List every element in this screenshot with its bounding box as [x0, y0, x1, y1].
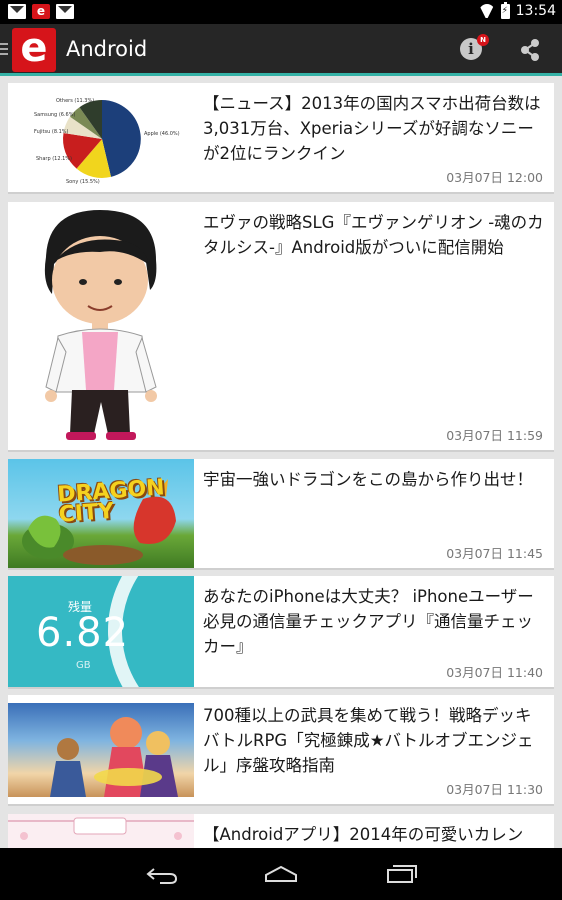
article-list[interactable]: Others (11.3%) Samsung (6.6%) Fujitsu (8…: [0, 79, 562, 848]
article-card[interactable]: DRAGON CITY 宇宙一強いドラゴンをこの島から作り出せ！ 03月07日 …: [8, 459, 554, 570]
page-title: Android: [66, 37, 148, 61]
pie-label: Sharp (12.1%): [36, 156, 72, 162]
article-thumbnail-data-meter: 残量 6.82 GB: [8, 576, 194, 687]
recent-apps-icon[interactable]: [386, 864, 418, 884]
article-card[interactable]: Others (11.3%) Samsung (6.6%) Fujitsu (8…: [8, 83, 554, 194]
meter-unit: GB: [76, 660, 91, 671]
info-button[interactable]: i N: [460, 34, 489, 62]
status-bar: e ⚡ 13:54: [0, 0, 562, 24]
article-title: 【ニュース】2013年の国内スマホ出荷台数は3,031万台、Xperiaシリーズ…: [203, 94, 541, 163]
article-card[interactable]: 残量 6.82 GB あなたのiPhoneは大丈夫？ iPhoneユーザー必見の…: [8, 576, 554, 689]
pie-label: Others (11.3%): [56, 98, 94, 104]
share-button[interactable]: [516, 36, 544, 64]
drawer-indicator-icon[interactable]: [0, 43, 8, 55]
article-thumbnail-pie-chart: Others (11.3%) Samsung (6.6%) Fujitsu (8…: [8, 83, 194, 192]
article-title: 宇宙一強いドラゴンをこの島から作り出せ！: [203, 470, 533, 489]
article-title: あなたのiPhoneは大丈夫？ iPhoneユーザー必見の通信量チェックアプリ『…: [203, 587, 534, 656]
action-bar: e Android i N: [0, 24, 562, 76]
article-card[interactable]: エヴァの戦略SLG『エヴァンゲリオン -魂のカタルシス-』Android版がつい…: [8, 202, 554, 452]
article-time: 03月07日 11:30: [446, 782, 543, 797]
navigation-bar: [0, 848, 562, 900]
article-thumbnail-calendar: [8, 814, 194, 848]
article-time: 03月07日 11:40: [446, 665, 543, 680]
meter-value: 6.82: [36, 610, 130, 656]
new-badge: N: [477, 34, 489, 46]
home-icon[interactable]: [264, 865, 298, 883]
pie-label: Samsung (6.6%): [34, 112, 75, 118]
e-app-icon: e: [32, 4, 50, 19]
battery-charging-icon: ⚡: [500, 1, 510, 19]
article-title: 700種以上の武具を集めて戦う！戦略デッキバトルRPG「究極錬成★バトルオブエン…: [203, 706, 534, 775]
back-icon[interactable]: [146, 865, 178, 885]
article-thumbnail-dragon-city: DRAGON CITY: [8, 459, 194, 568]
article-card[interactable]: 【Androidアプリ】2014年の可愛いカレン: [8, 814, 554, 848]
pie-label: Apple (46.0%): [144, 131, 180, 137]
article-thumbnail-battle-of-angel: [8, 703, 194, 797]
article-time: 03月07日 12:00: [446, 170, 543, 185]
article-title: 【Androidアプリ】2014年の可愛いカレン: [203, 825, 524, 844]
pie-label: Fujitsu (8.1%): [34, 129, 69, 135]
article-time: 03月07日 11:59: [446, 428, 543, 443]
status-time: 13:54: [515, 3, 556, 19]
article-time: 03月07日 11:45: [446, 546, 543, 561]
pie-label: Sony (15.5%): [66, 179, 100, 185]
article-card[interactable]: 700種以上の武具を集めて戦う！戦略デッキバトルRPG「究極錬成★バトルオブエン…: [8, 695, 554, 806]
wifi-icon: [479, 4, 495, 18]
gmail-icon: [8, 4, 26, 19]
app-logo[interactable]: e: [12, 28, 56, 72]
article-thumbnail-caricature: [8, 202, 194, 450]
article-title: エヴァの戦略SLG『エヴァンゲリオン -魂のカタルシス-』Android版がつい…: [203, 213, 544, 257]
share-icon: [521, 39, 539, 61]
gmail-icon: [56, 4, 74, 19]
